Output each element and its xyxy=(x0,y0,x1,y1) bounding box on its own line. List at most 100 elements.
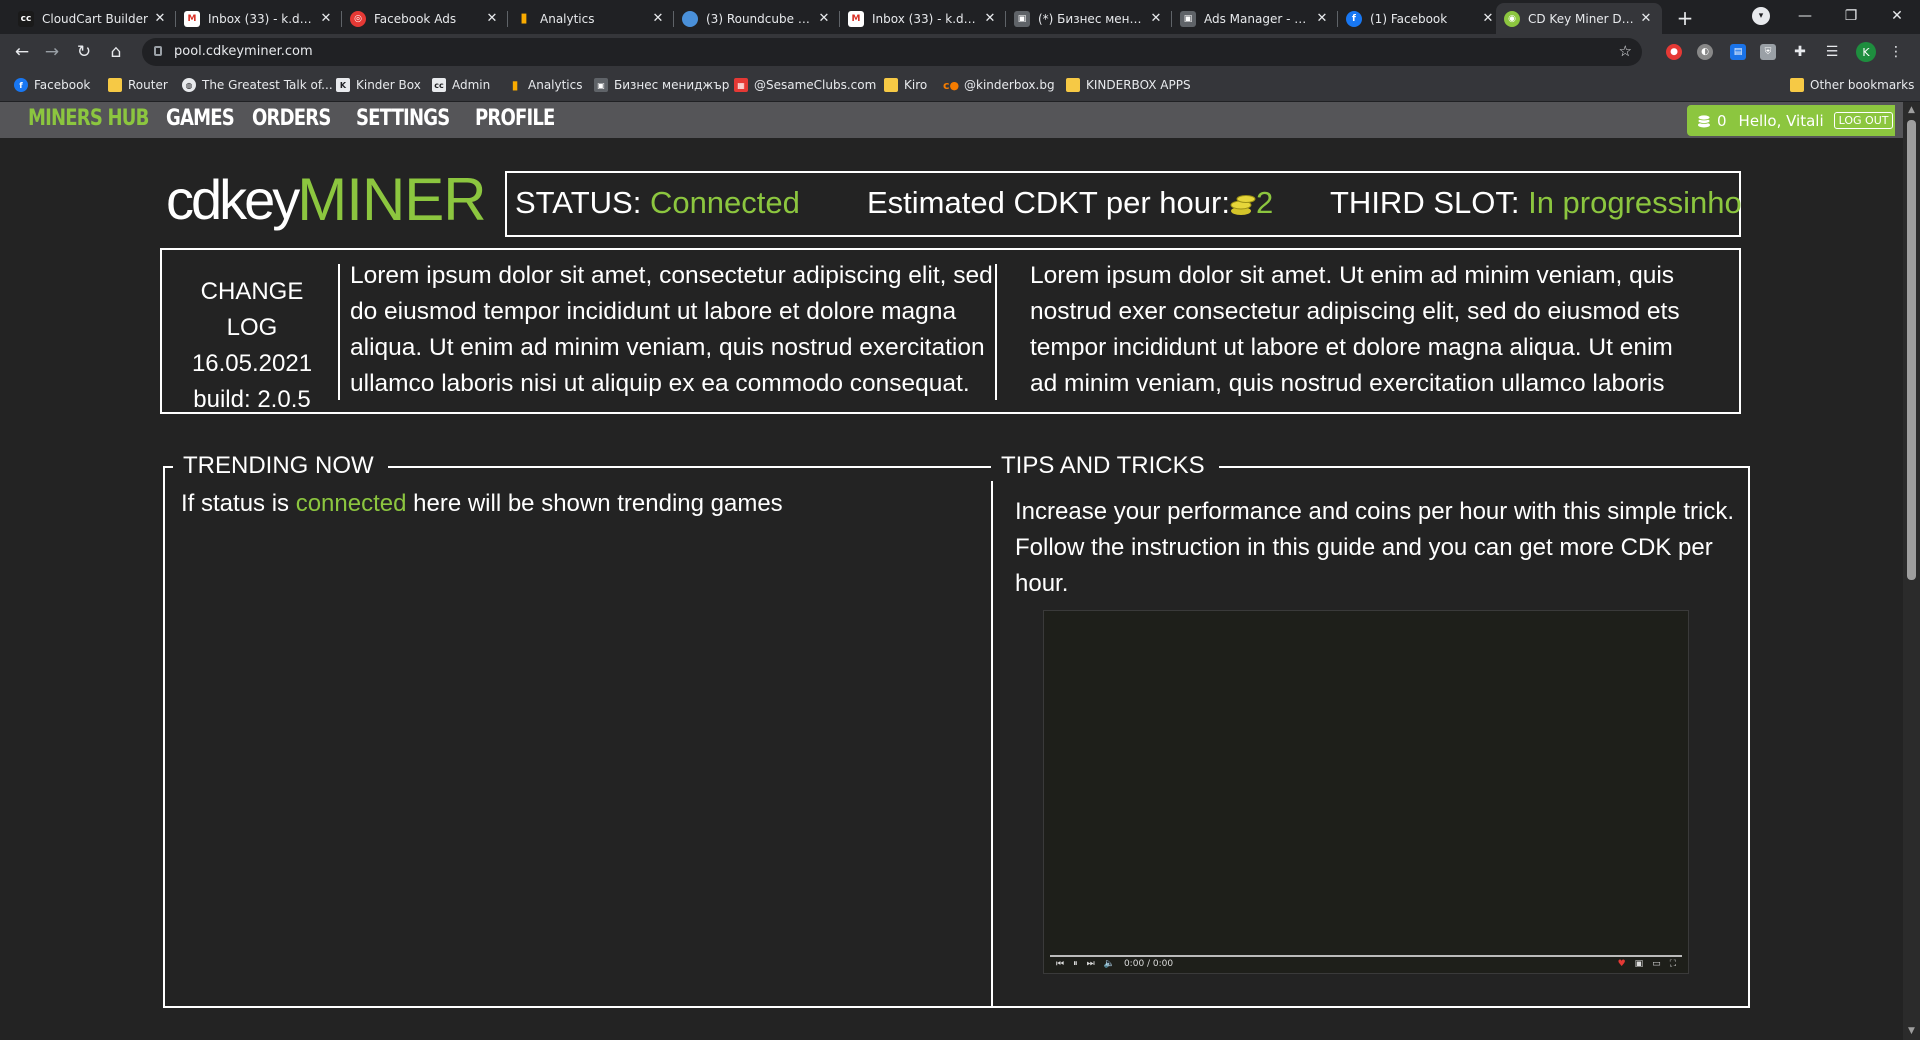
text-line: ad minim veniam, quis nostrud exercitati… xyxy=(1030,370,1665,397)
bookmark-item[interactable]: ▦ @SesameClubs.com xyxy=(734,78,876,92)
close-icon[interactable]: ✕ xyxy=(1480,11,1496,27)
logout-button[interactable]: LOG OUT xyxy=(1833,112,1894,129)
browser-tab[interactable]: f (1) Facebook ✕ xyxy=(1338,3,1504,34)
page-scrollbar[interactable]: ▲ ▼ xyxy=(1903,102,1920,1040)
close-icon[interactable]: ✕ xyxy=(1314,11,1330,27)
kinderbox-bg-icon: c● xyxy=(942,78,960,92)
extension-blue-icon[interactable]: ▤ xyxy=(1730,44,1746,60)
browser-tab[interactable]: cc CloudCart Builder ✕ xyxy=(10,3,176,34)
close-icon[interactable]: ✕ xyxy=(484,11,500,27)
bookmark-item[interactable]: ◍ The Greatest Talk of... xyxy=(182,78,333,92)
other-bookmarks[interactable]: Other bookmarks xyxy=(1790,78,1914,92)
bookmark-item[interactable]: c● @kinderbox.bg xyxy=(942,78,1055,92)
ads-manager-icon: ▣ xyxy=(1180,10,1196,27)
menu-dots-icon[interactable]: ⋮ xyxy=(1888,44,1904,60)
browser-tab[interactable]: ◎ Facebook Ads ✕ xyxy=(342,3,508,34)
nav-profile[interactable]: PROFILE xyxy=(475,106,555,131)
bookmark-item[interactable]: K Kinder Box xyxy=(336,78,421,92)
changelog-date: 16.05.2021 xyxy=(191,350,313,377)
pip-icon[interactable]: ▣ xyxy=(1635,959,1644,969)
browser-tab[interactable]: ▣ (*) Бизнес менидж ✕ xyxy=(1006,3,1172,34)
folder-icon xyxy=(884,78,898,92)
tab-search-icon[interactable]: ▾ xyxy=(1752,7,1770,25)
nav-games[interactable]: GAMES xyxy=(166,106,235,131)
close-icon[interactable]: ✕ xyxy=(318,11,334,27)
forward-icon[interactable]: → xyxy=(40,40,64,64)
close-icon[interactable]: ✕ xyxy=(1638,11,1654,27)
home-icon[interactable]: ⌂ xyxy=(104,40,128,64)
changelog-title: CHANGE LOG xyxy=(200,278,304,341)
bookmark-item[interactable]: KINDERBOX APPS xyxy=(1066,78,1191,92)
status-value: Connected xyxy=(649,185,800,220)
bookmark-label: Analytics xyxy=(528,78,583,92)
bookmark-item[interactable]: f Facebook xyxy=(14,78,90,92)
browser-tab[interactable]: M Inbox (33) - k.dach ✕ xyxy=(840,3,1006,34)
page-content: MINERS HUB GAMES ORDERS SETTINGS PROFILE… xyxy=(0,102,1903,1040)
tab-title: Inbox (33) - k.dach xyxy=(872,11,978,26)
browser-tab-active[interactable]: ◉ CD Key Miner Dash ✕ xyxy=(1496,3,1662,34)
trending-text-before: If status is xyxy=(181,490,296,517)
profile-avatar[interactable]: K xyxy=(1856,42,1876,62)
tab-title: CD Key Miner Dash xyxy=(1528,11,1634,26)
bookmark-label: Kiro xyxy=(904,78,928,92)
browser-tab[interactable]: ▮ Analytics ✕ xyxy=(508,3,674,34)
minimize-icon[interactable]: — xyxy=(1782,0,1828,32)
nav-settings[interactable]: SETTINGS xyxy=(356,106,450,131)
restore-icon[interactable]: ❐ xyxy=(1828,0,1874,32)
tab-title: Analytics xyxy=(540,11,595,26)
extension-swirl-icon[interactable]: ◐ xyxy=(1697,44,1713,60)
bookmark-star-icon[interactable]: ☆ xyxy=(1619,42,1632,60)
browser-tab[interactable]: ▣ Ads Manager - Ma ✕ xyxy=(1172,3,1338,34)
reading-list-icon[interactable]: ☰ xyxy=(1824,44,1840,60)
cdkeyminer-logo[interactable]: cdkey MINER xyxy=(166,164,487,234)
close-icon[interactable]: ✕ xyxy=(152,11,168,27)
extension-shield-icon[interactable]: ⛨ xyxy=(1760,44,1776,60)
skip-forward-icon[interactable]: ⏭ xyxy=(1087,959,1095,969)
nav-orders[interactable]: ORDERS xyxy=(252,106,331,131)
facebook-icon: f xyxy=(1346,10,1362,27)
bookmark-item[interactable]: ▣ Бизнес мениджър xyxy=(594,78,729,92)
text-line: nostrud exer consectetur adipiscing elit… xyxy=(1030,298,1680,325)
close-icon[interactable]: ✕ xyxy=(1148,11,1164,27)
browser-tab[interactable]: (3) Roundcube Wel ✕ xyxy=(674,3,840,34)
back-icon[interactable]: ← xyxy=(10,40,34,64)
fullscreen-icon[interactable]: ⛶ xyxy=(1670,959,1676,969)
video-time: 0:00 / 0:00 xyxy=(1123,959,1174,969)
extensions-puzzle-icon[interactable]: ✚ xyxy=(1792,44,1808,60)
bookmark-label: Admin xyxy=(452,78,491,92)
sesame-icon: ▦ xyxy=(734,78,748,92)
bookmark-item[interactable]: cc Admin xyxy=(432,78,490,92)
like-icon[interactable]: ♥ xyxy=(1618,959,1626,969)
extension-red-icon[interactable]: ● xyxy=(1666,44,1682,60)
gmail-icon: M xyxy=(184,10,200,27)
theater-icon[interactable]: ▭ xyxy=(1652,959,1661,969)
browser-tab[interactable]: M Inbox (33) - k.dach ✕ xyxy=(176,3,342,34)
nav-miners-hub[interactable]: MINERS HUB xyxy=(28,106,149,131)
close-icon[interactable]: ✕ xyxy=(650,11,666,27)
volume-icon[interactable]: 🔈 xyxy=(1104,959,1115,969)
scroll-up-icon[interactable]: ▲ xyxy=(1907,106,1916,115)
close-icon[interactable]: ✕ xyxy=(816,11,832,27)
tips-title: TIPS AND TRICKS xyxy=(991,451,1219,481)
scrollbar-thumb[interactable] xyxy=(1907,120,1916,580)
facebook-ads-icon: ◎ xyxy=(350,10,366,27)
bookmark-label: @kinderbox.bg xyxy=(964,78,1055,92)
facebook-icon: f xyxy=(14,78,28,92)
new-tab-button[interactable]: + xyxy=(1672,5,1698,31)
bookmark-item[interactable]: ▮ Analytics xyxy=(508,78,583,92)
bookmark-label: Kinder Box xyxy=(356,78,421,92)
address-bar[interactable]: pool.cdkeyminer.com ☆ xyxy=(142,38,1642,66)
close-icon[interactable]: ✕ xyxy=(982,11,998,27)
coins-icon xyxy=(1697,114,1711,127)
pause-icon[interactable]: ⏸ xyxy=(1073,959,1078,969)
close-window-icon[interactable]: ✕ xyxy=(1874,0,1920,32)
url-text[interactable]: pool.cdkeyminer.com xyxy=(174,44,313,59)
reload-icon[interactable]: ↻ xyxy=(72,40,96,64)
skip-back-icon[interactable]: ⏮ xyxy=(1056,959,1064,969)
video-player[interactable]: ⏮ ⏸ ⏭ 🔈 0:00 / 0:00 ♥ ▣ ▭ ⛶ xyxy=(1043,610,1689,974)
bookmark-item[interactable]: Kiro xyxy=(884,78,927,92)
trending-highlight: connected xyxy=(295,490,407,517)
cdkt-value: 2 xyxy=(1255,185,1274,220)
bookmark-item[interactable]: Router xyxy=(108,78,168,92)
scroll-down-icon[interactable]: ▼ xyxy=(1907,1027,1916,1036)
